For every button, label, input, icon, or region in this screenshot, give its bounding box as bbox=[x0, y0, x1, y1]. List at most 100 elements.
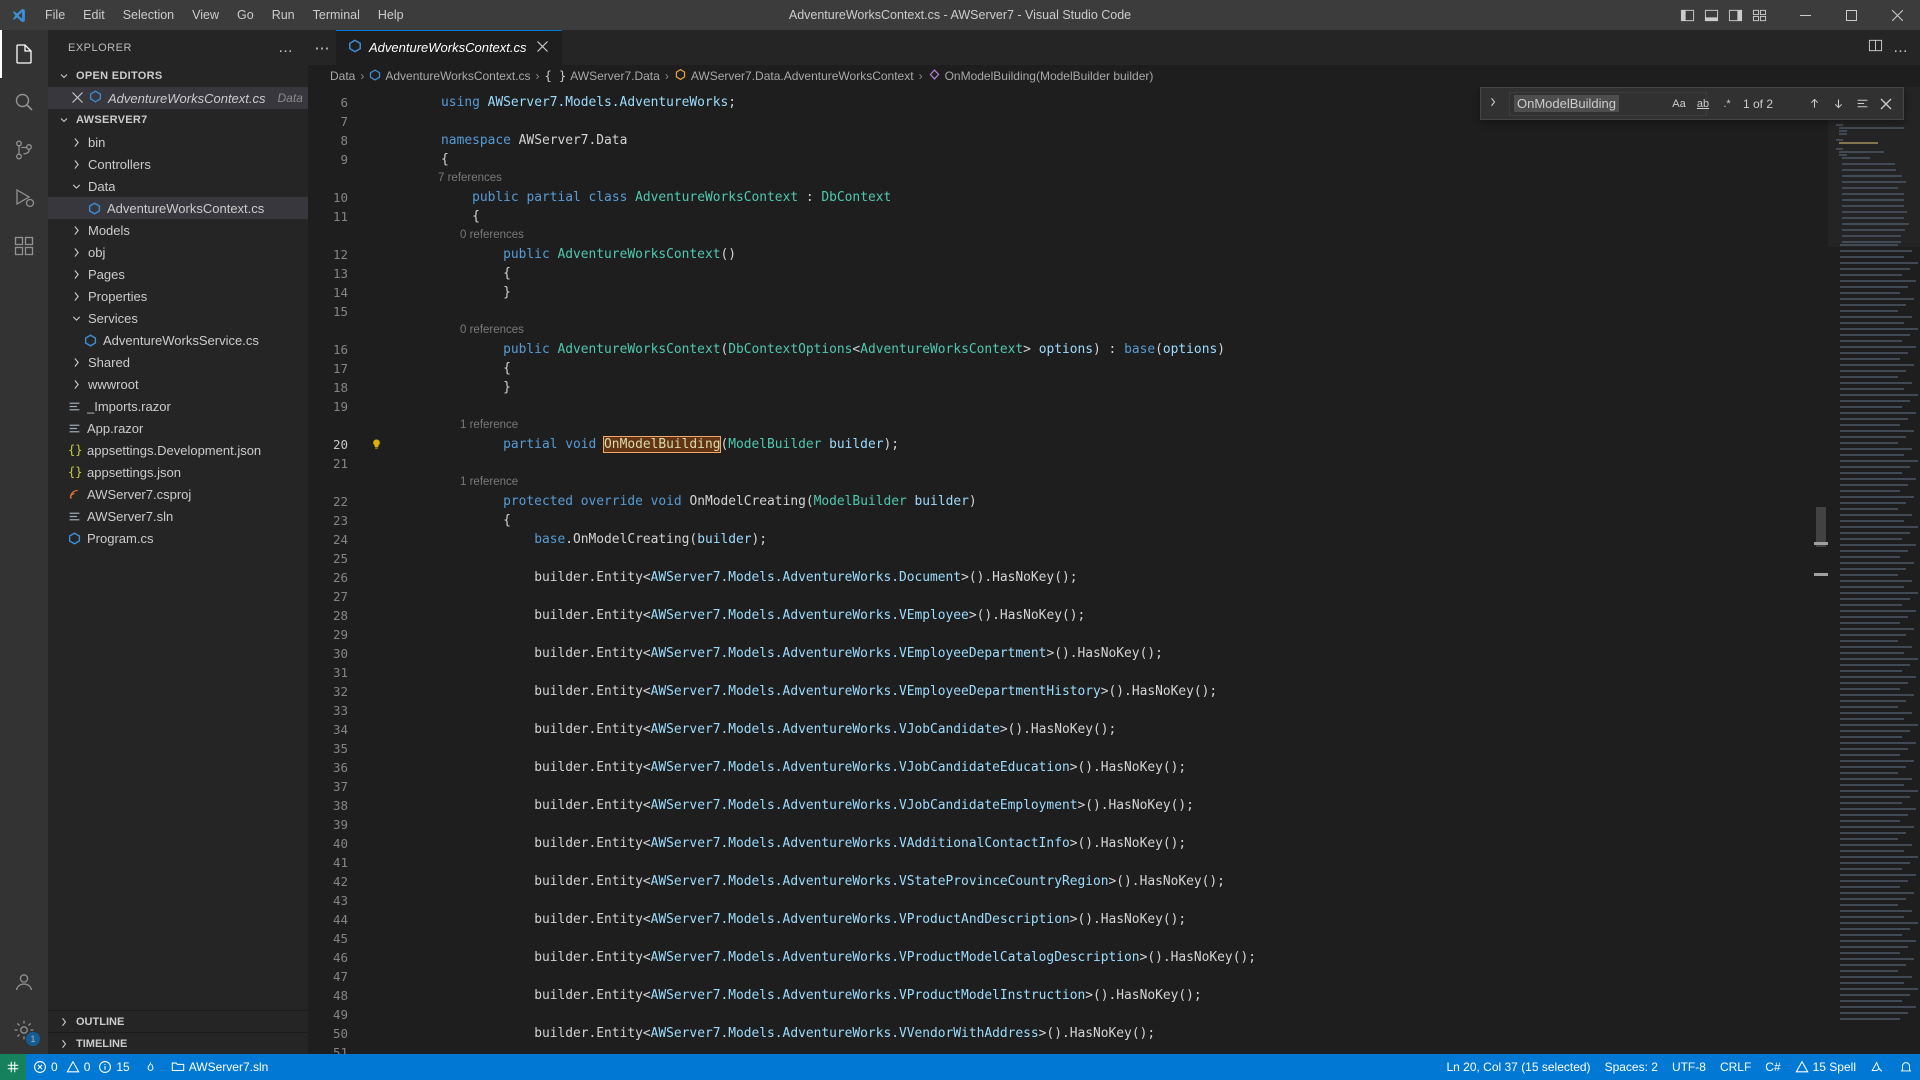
section-workspace[interactable]: AWSERVER7 bbox=[48, 109, 308, 131]
tree-item-adventureworkscontext-cs[interactable]: AdventureWorksContext.cs bbox=[48, 197, 308, 219]
status-encoding[interactable]: UTF-8 bbox=[1665, 1054, 1713, 1080]
find-in-selection-button[interactable] bbox=[1851, 93, 1873, 115]
activity-run-debug[interactable] bbox=[0, 174, 48, 222]
find-match-count: 1 of 2 bbox=[1743, 96, 1774, 111]
editor-scrollbar[interactable] bbox=[1814, 87, 1828, 1054]
minimap-line bbox=[1840, 628, 1914, 630]
use-regex-toggle[interactable]: .* bbox=[1717, 94, 1737, 114]
status-problems[interactable]: 0 0 15 bbox=[26, 1054, 137, 1080]
code-lens-references[interactable]: 7 references bbox=[410, 169, 1814, 188]
tree-item-app-razor[interactable]: App.razor bbox=[48, 417, 308, 439]
status-eol[interactable]: CRLF bbox=[1713, 1054, 1758, 1080]
menu-help[interactable]: Help bbox=[369, 4, 413, 26]
code-editor[interactable]: 6 7 8 9 10 11 12 13 14 15 16 17 18 19 20 21 22 23 24 25 26 27… bbox=[308, 87, 1920, 1054]
tree-item-pages[interactable]: Pages bbox=[48, 263, 308, 285]
toggle-secondary-sidebar-icon[interactable] bbox=[1724, 4, 1746, 26]
section-open-editors[interactable]: OPEN EDITORS bbox=[48, 65, 308, 87]
split-editor-icon[interactable] bbox=[1868, 38, 1883, 58]
breadcrumb-folder[interactable]: Data bbox=[330, 69, 355, 83]
tree-item-data[interactable]: Data bbox=[48, 175, 308, 197]
status-spell-checker[interactable]: 15 Spell bbox=[1788, 1054, 1863, 1080]
lightbulb-icon[interactable] bbox=[370, 435, 392, 454]
close-find-button[interactable] bbox=[1875, 93, 1897, 115]
minimap-line bbox=[1840, 490, 1900, 492]
toggle-replace-icon[interactable] bbox=[1483, 96, 1503, 111]
close-button[interactable] bbox=[1874, 0, 1920, 30]
menu-view[interactable]: View bbox=[183, 4, 228, 26]
status-language-mode[interactable]: C# bbox=[1758, 1054, 1787, 1080]
previous-match-button[interactable] bbox=[1803, 93, 1825, 115]
lightbulb-slot bbox=[370, 948, 392, 967]
menu-selection[interactable]: Selection bbox=[114, 4, 183, 26]
status-notifications[interactable] bbox=[1892, 1054, 1920, 1080]
status-indentation[interactable]: Spaces: 2 bbox=[1598, 1054, 1665, 1080]
activity-search[interactable] bbox=[0, 78, 48, 126]
breadcrumb-file[interactable]: AdventureWorksContext.cs bbox=[369, 68, 531, 84]
close-icon[interactable] bbox=[72, 91, 83, 105]
tree-item-services[interactable]: Services bbox=[48, 307, 308, 329]
find-widget[interactable]: OnModelBuilding Aa ab .* 1 of 2 bbox=[1480, 87, 1904, 120]
activity-explorer[interactable] bbox=[0, 30, 48, 78]
tree-item-obj[interactable]: obj bbox=[48, 241, 308, 263]
activity-accounts[interactable] bbox=[0, 958, 48, 1006]
tree-item-bin[interactable]: bin bbox=[48, 131, 308, 153]
toggle-panel-icon[interactable] bbox=[1700, 4, 1722, 26]
scrollbar-thumb[interactable] bbox=[1816, 507, 1826, 547]
toggle-primary-sidebar-icon[interactable] bbox=[1676, 4, 1698, 26]
tree-item-appsettings-development-json[interactable]: {} appsettings.Development.json bbox=[48, 439, 308, 461]
minimap-line bbox=[1840, 250, 1912, 252]
tab-adventureworkscontext[interactable]: AdventureWorksContext.cs bbox=[336, 30, 563, 65]
status-screencast[interactable] bbox=[1863, 1054, 1892, 1080]
sln-icon bbox=[68, 510, 83, 523]
minimap[interactable] bbox=[1828, 87, 1920, 1054]
tree-item-controllers[interactable]: Controllers bbox=[48, 153, 308, 175]
match-case-toggle[interactable]: Aa bbox=[1669, 94, 1689, 114]
tree-item-appsettings-json[interactable]: {} appsettings.json bbox=[48, 461, 308, 483]
open-editor-item[interactable]: AdventureWorksContext.cs Data bbox=[48, 87, 308, 109]
breadcrumb-namespace[interactable]: { } AWServer7.Data bbox=[545, 69, 660, 83]
breadcrumb-method[interactable]: OnModelBuilding(ModelBuilder builder) bbox=[928, 68, 1153, 84]
code-lens-references[interactable]: 1 reference bbox=[410, 416, 1814, 435]
match-whole-word-toggle[interactable]: ab bbox=[1693, 94, 1713, 114]
activity-source-control[interactable] bbox=[0, 126, 48, 174]
activity-extensions[interactable] bbox=[0, 222, 48, 270]
tree-item-imports-razor[interactable]: _Imports.razor bbox=[48, 395, 308, 417]
sidebar-more-actions[interactable]: … bbox=[278, 39, 300, 56]
menu-run[interactable]: Run bbox=[263, 4, 304, 26]
tree-item-program-cs[interactable]: Program.cs bbox=[48, 527, 308, 549]
tree-item-properties[interactable]: Properties bbox=[48, 285, 308, 307]
tree-item-models[interactable]: Models bbox=[48, 219, 308, 241]
section-timeline[interactable]: TIMELINE bbox=[48, 1032, 308, 1054]
menu-terminal[interactable]: Terminal bbox=[304, 4, 369, 26]
activity-manage[interactable]: 1 bbox=[0, 1006, 48, 1054]
line-number: 12 bbox=[332, 247, 348, 262]
menu-edit[interactable]: Edit bbox=[74, 4, 114, 26]
menu-file[interactable]: File bbox=[36, 4, 74, 26]
tree-item-awserver7-sln[interactable]: AWServer7.sln bbox=[48, 505, 308, 527]
menu-go[interactable]: Go bbox=[228, 4, 263, 26]
code-lens-references[interactable]: 1 reference bbox=[410, 473, 1814, 492]
status-solution[interactable]: AWServer7.sln bbox=[164, 1054, 276, 1080]
editor-more-actions[interactable]: … bbox=[1893, 39, 1908, 56]
tree-item-shared[interactable]: Shared bbox=[48, 351, 308, 373]
minimap-line bbox=[1840, 262, 1918, 264]
section-outline[interactable]: OUTLINE bbox=[48, 1010, 308, 1032]
code-line: builder.Entity<AWServer7.Models.Adventur… bbox=[534, 608, 1086, 623]
next-match-button[interactable] bbox=[1827, 93, 1849, 115]
minimap-line bbox=[1840, 940, 1916, 942]
tabs-more-actions[interactable]: ⋯ bbox=[308, 30, 336, 65]
minimize-button[interactable] bbox=[1782, 0, 1828, 30]
tree-item-wwwroot[interactable]: wwwroot bbox=[48, 373, 308, 395]
status-remote-indicator[interactable] bbox=[0, 1054, 26, 1080]
customize-layout-icon[interactable] bbox=[1748, 4, 1770, 26]
maximize-button[interactable] bbox=[1828, 0, 1874, 30]
code-lens-references[interactable]: 0 references bbox=[410, 321, 1814, 340]
status-cursor-position[interactable]: Ln 20, Col 37 (15 selected) bbox=[1439, 1054, 1597, 1080]
breadcrumb-class[interactable]: AWServer7.Data.AdventureWorksContext bbox=[674, 68, 914, 84]
code-content[interactable]: using AWServer7.Models.AdventureWorks; n… bbox=[410, 87, 1814, 1054]
tree-item-adventureworksservice-cs[interactable]: AdventureWorksService.cs bbox=[48, 329, 308, 351]
code-lens-references[interactable]: 0 references bbox=[410, 226, 1814, 245]
status-flame[interactable] bbox=[137, 1054, 164, 1080]
close-icon[interactable] bbox=[534, 40, 552, 55]
tree-item-awserver7-csproj[interactable]: AWServer7.csproj bbox=[48, 483, 308, 505]
